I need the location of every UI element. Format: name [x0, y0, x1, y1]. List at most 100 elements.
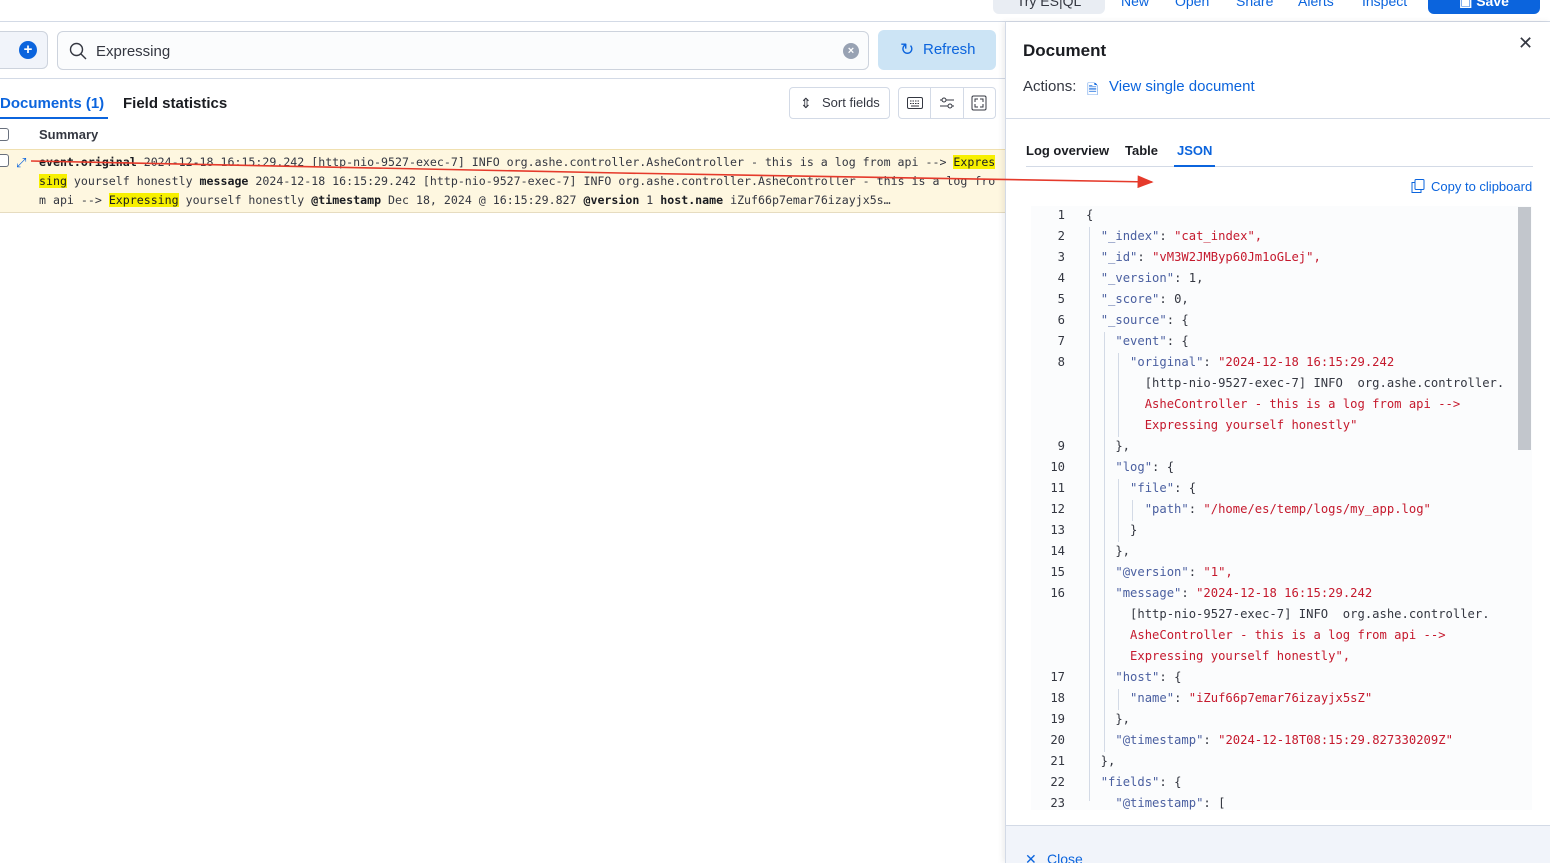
- field-value: 1: [639, 193, 661, 207]
- json-line: Expressing yourself honestly": [1086, 418, 1358, 432]
- json-line: "_version": 1,: [1100, 271, 1204, 285]
- line-number: 8: [1057, 355, 1065, 369]
- line-number: 11: [1050, 481, 1065, 495]
- density-icon: [939, 97, 954, 109]
- flyout-footer: ✕ Close: [1006, 825, 1550, 863]
- json-line: {: [1086, 208, 1094, 222]
- line-number: 17: [1050, 670, 1065, 684]
- refresh-label: Refresh: [923, 41, 976, 58]
- json-line: "_source": {: [1100, 313, 1189, 327]
- line-number: 18: [1050, 691, 1065, 705]
- alerts-link[interactable]: Alerts: [1298, 0, 1334, 14]
- sort-icon: ⇕: [800, 95, 812, 111]
- actions-label: Actions:: [1023, 78, 1077, 95]
- tab-field-statistics[interactable]: Field statistics: [123, 95, 227, 112]
- json-line: "_score": 0,: [1100, 292, 1189, 306]
- sort-fields-button[interactable]: ⇕ Sort fields: [789, 87, 890, 119]
- save-button[interactable]: ▣ Save: [1428, 0, 1540, 14]
- field-key: host.name: [660, 193, 724, 207]
- line-number: 3: [1057, 250, 1065, 264]
- json-line: },: [1086, 439, 1131, 453]
- tab-table[interactable]: Table: [1125, 143, 1158, 167]
- search-highlight: Expressing: [108, 193, 179, 207]
- view-single-document-link[interactable]: View single document: [1109, 78, 1255, 95]
- line-number: 14: [1050, 544, 1065, 558]
- field-key: message: [199, 174, 249, 188]
- json-line: },: [1086, 544, 1131, 558]
- field-value: Dec 18, 2024 @ 16:15:29.827: [381, 193, 584, 207]
- json-line: "message": "2024-12-18 16:15:29.242: [1115, 586, 1373, 600]
- json-line: "@timestamp": "2024-12-18T08:15:29.82733…: [1115, 733, 1453, 747]
- copy-label: Copy to clipboard: [1431, 179, 1533, 194]
- field-value: yourself honestly: [66, 174, 200, 188]
- refresh-button[interactable]: ↻ Refresh: [878, 30, 996, 70]
- inspect-link[interactable]: Inspect: [1362, 0, 1407, 14]
- field-value: yourself honestly: [178, 193, 312, 207]
- plus-circle-icon: +: [19, 41, 37, 59]
- add-filter-button[interactable]: +: [0, 31, 48, 69]
- line-number: 13: [1050, 523, 1065, 537]
- tab-documents[interactable]: Documents (1): [0, 95, 109, 119]
- field-key: @version: [583, 193, 640, 207]
- json-line: Expressing yourself honestly",: [1086, 649, 1351, 663]
- search-input[interactable]: [96, 40, 836, 62]
- line-number: 22: [1050, 775, 1065, 789]
- line-number: 1: [1057, 208, 1065, 222]
- field-value: iZuf66p7emar76izayjx5s…: [723, 193, 891, 207]
- tab-log-overview[interactable]: Log overview: [1026, 143, 1109, 167]
- line-number: 12: [1050, 502, 1065, 516]
- clear-icon[interactable]: ×: [843, 43, 859, 59]
- top-header: Try ES|QL New Open Share Alerts Inspect …: [0, 0, 1550, 22]
- json-line: "_id": "vM3W2JMByp60Jm1oGLej",: [1100, 250, 1321, 264]
- json-line: "@timestamp": [: [1115, 796, 1226, 810]
- search-icon: [69, 42, 87, 60]
- divider: [1006, 118, 1550, 119]
- open-link[interactable]: Open: [1175, 0, 1209, 14]
- share-link[interactable]: Share: [1236, 0, 1273, 14]
- field-key: @timestamp: [311, 193, 382, 207]
- json-line: AsheController - this is a log from api …: [1086, 628, 1446, 642]
- json-line: "fields": {: [1100, 775, 1182, 789]
- json-line: "@version": "1",: [1115, 565, 1233, 579]
- fullscreen-icon: [971, 95, 987, 111]
- sort-fields-label: Sort fields: [822, 95, 880, 110]
- json-line: "_index": "cat_index",: [1100, 229, 1263, 243]
- close-button[interactable]: Close: [1047, 851, 1083, 863]
- select-all-checkbox[interactable]: [0, 128, 9, 141]
- json-code-viewer[interactable]: 1 {2 "_index": "cat_index", 3 "_id": "vM3W…: [1031, 206, 1532, 810]
- row-checkbox[interactable]: [0, 154, 9, 167]
- line-number: 16: [1050, 586, 1065, 600]
- try-esql-button[interactable]: Try ES|QL: [993, 0, 1105, 14]
- json-line: "host": {: [1115, 670, 1182, 684]
- line-number: 9: [1057, 439, 1065, 453]
- json-line: [http-nio-9527-exec-7] INFO org.ashe.con…: [1086, 376, 1505, 390]
- tab-json[interactable]: JSON: [1174, 143, 1216, 167]
- save-icon: ▣: [1459, 0, 1477, 9]
- json-line: }: [1086, 523, 1138, 537]
- expand-icon[interactable]: ⤢: [16, 155, 26, 171]
- code-scrollbar[interactable]: [1518, 207, 1531, 450]
- search-box[interactable]: ×: [57, 31, 869, 70]
- json-line: "name": "iZuf66p7emar76izayjx5sZ": [1130, 691, 1373, 705]
- new-link[interactable]: New: [1121, 0, 1149, 14]
- json-line: "file": {: [1130, 481, 1197, 495]
- line-number: 6: [1057, 313, 1065, 327]
- summary-column-header[interactable]: Summary: [39, 127, 98, 142]
- display-settings-button[interactable]: [931, 88, 964, 118]
- keyboard-shortcuts-button[interactable]: [899, 88, 932, 118]
- close-icon[interactable]: ✕: [1518, 33, 1533, 54]
- document-flyout: Document ✕ Actions: 🗎 View single docume…: [1005, 22, 1550, 863]
- json-line: "log": {: [1115, 460, 1175, 474]
- line-number: 10: [1050, 460, 1065, 474]
- flyout-title: Document: [1023, 41, 1107, 60]
- line-number: 23: [1050, 796, 1065, 810]
- fullscreen-button[interactable]: [964, 88, 995, 118]
- flyout-tabs: Log overview Table JSON: [1026, 143, 1533, 167]
- line-number: 2: [1057, 229, 1065, 243]
- copy-icon: [1411, 179, 1425, 193]
- json-line: "path": "/home/es/temp/logs/my_app.log": [1144, 502, 1431, 516]
- close-icon: ✕: [1025, 851, 1037, 863]
- json-line: AsheController - this is a log from api …: [1086, 397, 1461, 411]
- document-icon: 🗎: [1087, 81, 1099, 97]
- line-number: 15: [1050, 565, 1065, 579]
